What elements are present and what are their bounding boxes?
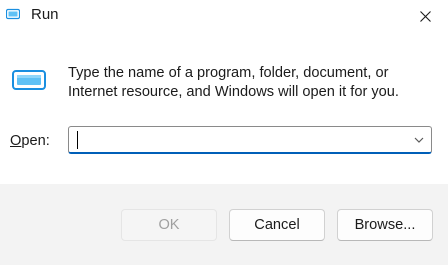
description-text: Type the name of a program, folder, docu… — [68, 64, 438, 102]
run-icon — [6, 8, 20, 20]
ok-button[interactable]: OK — [121, 209, 217, 241]
dialog-content: Type the name of a program, folder, docu… — [0, 32, 448, 184]
open-combobox[interactable] — [68, 126, 432, 154]
run-dialog: Run Type the name of a program, folder, … — [0, 0, 448, 265]
open-input[interactable] — [75, 130, 395, 150]
window-title: Run — [31, 6, 59, 23]
open-label-text: pen: — [21, 133, 50, 149]
close-button[interactable] — [402, 0, 448, 32]
run-program-icon — [12, 70, 46, 90]
title-bar[interactable]: Run — [0, 0, 448, 32]
text-caret — [77, 131, 78, 149]
description-line-2: Internet resource, and Windows will open… — [68, 84, 399, 100]
cancel-button[interactable]: Cancel — [229, 209, 325, 241]
chevron-down-icon[interactable] — [413, 134, 425, 146]
close-icon — [419, 10, 431, 22]
open-label: Open: — [10, 133, 50, 149]
description-line-1: Type the name of a program, folder, docu… — [68, 65, 389, 81]
browse-button[interactable]: Browse... — [337, 209, 433, 241]
button-bar: OK Cancel Browse... — [0, 184, 448, 265]
open-label-accelerator: O — [10, 133, 22, 149]
